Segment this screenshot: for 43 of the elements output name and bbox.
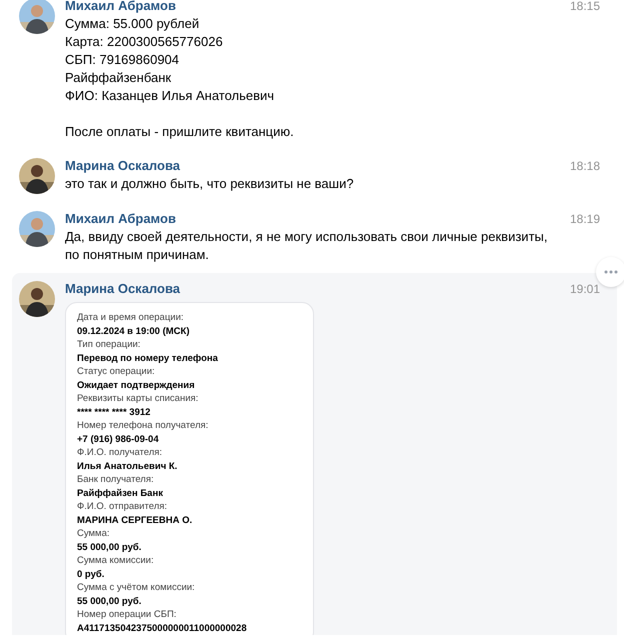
receipt-value: A4117135042375000000011000000028 [77, 622, 248, 635]
receipt-value: Илья Анатольевич К. [77, 460, 178, 473]
receipt-label: Статус операции: [77, 365, 156, 378]
message-time: 19:01 [570, 282, 600, 296]
receipt-label: Банк получателя: [77, 473, 155, 486]
receipt-value: 55 000,00 руб. [77, 540, 142, 554]
message-text: по понятным причинам. [65, 246, 210, 264]
author-name[interactable]: Михаил Абрамов [65, 0, 176, 13]
receipt-label: Реквизиты карты списания: [77, 392, 200, 406]
message-time: 18:15 [570, 0, 600, 13]
receipt-image[interactable] [65, 302, 314, 635]
receipt-label: Дата и время операции: [77, 311, 185, 324]
receipt-value: 0 руб. [77, 568, 106, 581]
receipt-value: МАРИНА СЕРГЕЕВНА О. [77, 514, 194, 527]
receipt-value: 55 000,00 руб. [77, 594, 142, 608]
message-text: это так и должно быть, что реквизиты не ваши? [65, 175, 355, 193]
receipt-value: **** **** **** 3912 [77, 406, 152, 419]
receipt-value: Ожидает подтверждения [77, 378, 196, 392]
author-name[interactable]: Михаил Абрамов [65, 211, 176, 226]
receipt-label: Сумма с учётом комиссии: [77, 581, 196, 594]
receipt-label: Номер операции СБП: [77, 608, 178, 622]
message-time: 18:19 [570, 212, 600, 226]
author-name[interactable]: Марина Оскалова [65, 281, 180, 296]
receipt-label: Тип операции: [77, 338, 142, 352]
message-text: ФИО: Казанцев Илья Анатольевич [65, 87, 276, 105]
receipt-label: Ф.И.О. отправителя: [77, 500, 168, 514]
message-text: СБП: 79169860904 [65, 51, 180, 69]
receipt-value: Райффайзен Банк [77, 486, 164, 500]
message-text: Да, ввиду своей деятельности, я не могу использовать свои личные реквизиты, [65, 228, 548, 246]
receipt-label: Номер телефона получателя: [77, 419, 210, 432]
message-text: После оплаты - пришлите квитанцию. [65, 123, 295, 141]
receipt-label: Сумма комиссии: [77, 554, 155, 568]
more-icon [604, 270, 618, 274]
receipt-value: 09.12.2024 в 19:00 (МСК) [77, 324, 191, 338]
receipt-label: Ф.И.О. получателя: [77, 446, 164, 460]
receipt-value: +7 (916) 986-09-04 [77, 432, 160, 446]
author-name[interactable]: Марина Оскалова [65, 158, 180, 173]
receipt-label: Сумма: [77, 527, 110, 540]
message-text: Райффайзенбанк [65, 69, 172, 87]
message-text: Сумма: 55.000 рублей [65, 15, 200, 33]
message-time: 18:18 [570, 159, 600, 173]
receipt-value: Перевод по номеру телефона [77, 352, 219, 365]
message-text: Карта: 2200300565776026 [65, 33, 224, 51]
